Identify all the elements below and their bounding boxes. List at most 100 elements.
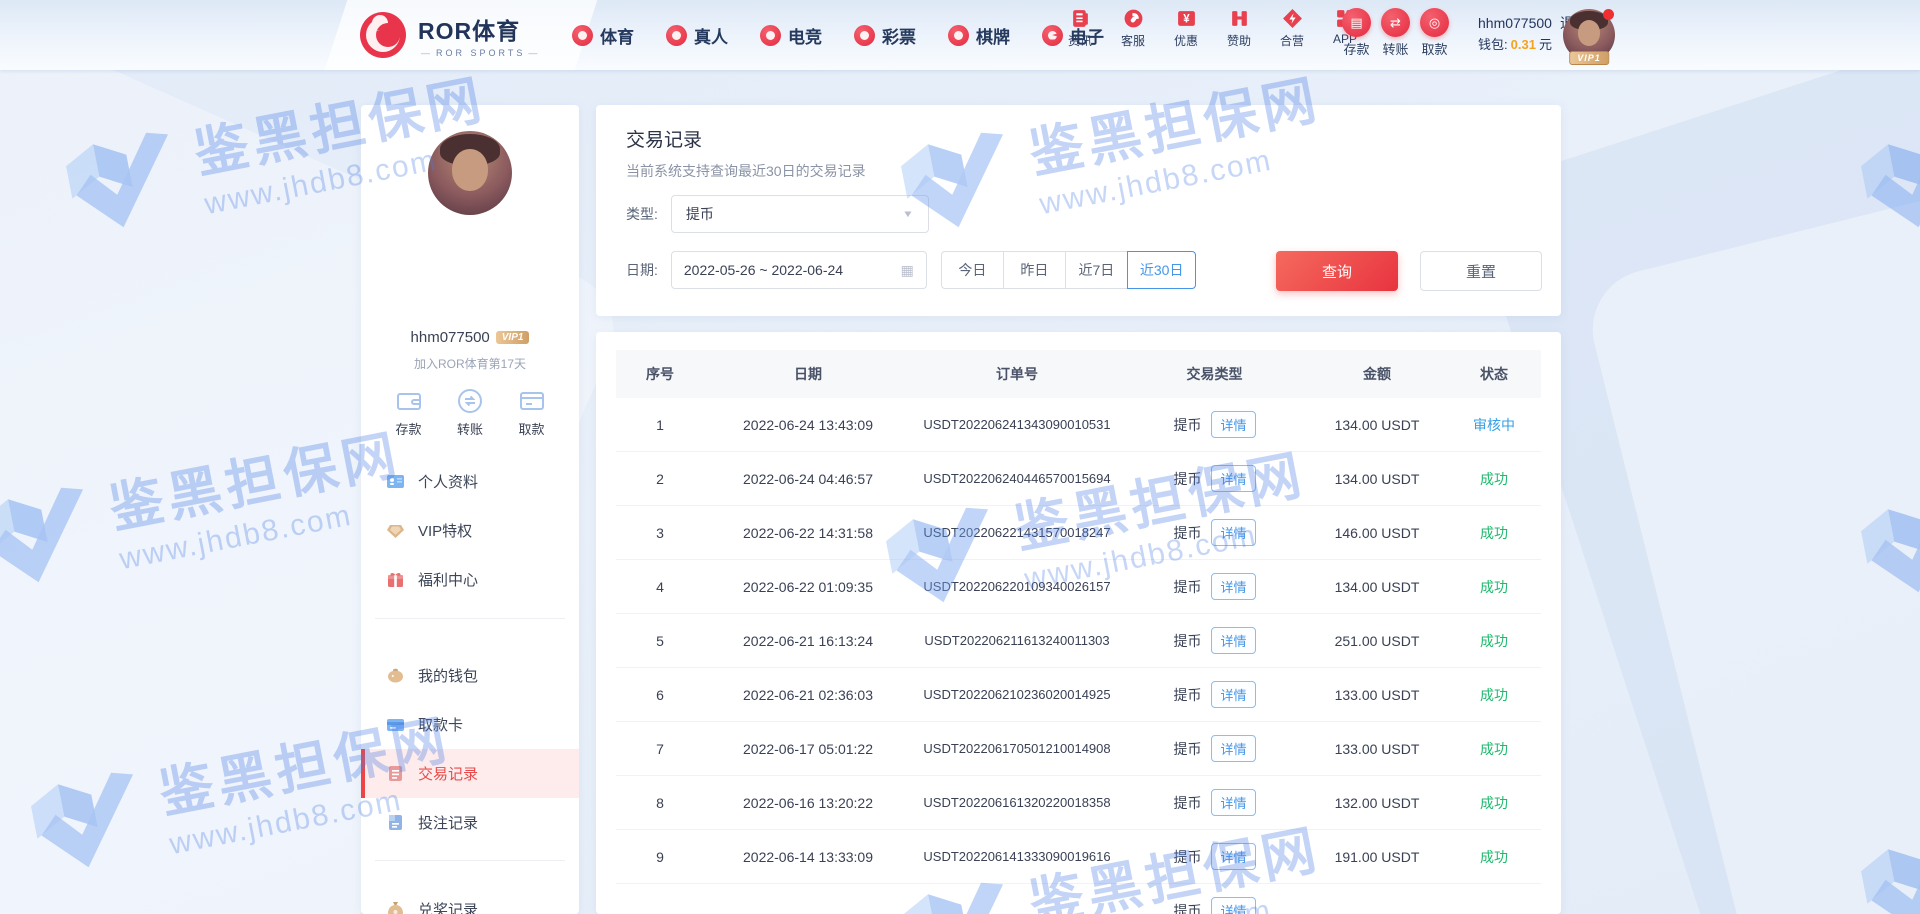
date-filter-row: 日期: 2022-05-26 ~ 2022-06-24 ▦ 今日 昨日 近7日 …: [626, 251, 1197, 289]
table-body: 1 2022-06-24 13:43:09 USDT20220624134309…: [616, 398, 1541, 914]
cell-order: USDT202206240446570015694: [923, 471, 1111, 486]
sidebar-item-profile[interactable]: 个人资料: [361, 457, 579, 506]
sidebar-avatar[interactable]: [428, 131, 512, 215]
detail-button[interactable]: 详情: [1211, 573, 1256, 600]
chip-today[interactable]: 今日: [940, 251, 1004, 289]
cell-type: 提币 详情: [1122, 897, 1307, 914]
quicklink-promo[interactable]: ¥ 优惠: [1168, 8, 1204, 49]
cell-date: 2022-06-16 13:20:22: [743, 794, 873, 811]
cell-amount: 251.00 USDT: [1334, 632, 1420, 649]
sidebar-item-welfare[interactable]: 福利中心: [361, 555, 579, 604]
transfer-outline-icon: [458, 389, 482, 413]
sidebar-item-prize-records[interactable]: 兑奖记录: [361, 885, 579, 914]
divider: [375, 618, 565, 619]
sidebar-deposit-button[interactable]: 存款: [395, 387, 423, 438]
cell-status: 成功: [1480, 740, 1508, 757]
col-header-no: 序号: [646, 366, 674, 382]
cell-status: 成功: [1480, 632, 1508, 649]
cell-order: USDT202206220109340026157: [923, 579, 1111, 594]
sidebar-transfer-button[interactable]: 转账: [456, 387, 484, 438]
ror-logo[interactable]: ROR体育 ROR SPORTS: [358, 10, 543, 60]
cell-order: USDT202206141333090019616: [923, 849, 1111, 864]
cell-order: USDT202206241343090010531: [923, 417, 1111, 432]
date-range-input[interactable]: 2022-05-26 ~ 2022-06-24 ▦: [670, 251, 927, 289]
sidebar-item-my-wallet[interactable]: 我的钱包: [361, 651, 579, 700]
watermark-shield-icon: [0, 487, 83, 582]
sidebar-withdraw-button[interactable]: 取款: [518, 387, 546, 438]
cell-type: 提币 详情: [1122, 465, 1307, 492]
bg-swoosh: [1580, 140, 1920, 914]
cell-type: 提币 详情: [1122, 519, 1307, 546]
service-icon: [1124, 9, 1142, 28]
cell-order: USDT202206211613240011303: [924, 633, 1110, 648]
cell-type: 提币 详情: [1122, 681, 1307, 708]
detail-button[interactable]: 详情: [1211, 519, 1256, 546]
reset-button[interactable]: 重置: [1420, 251, 1542, 291]
wallet-outline-icon: [396, 393, 421, 410]
nav-item-sports[interactable]: 体育: [572, 23, 634, 48]
nav-item-esports[interactable]: 电竞: [760, 23, 822, 48]
vip-diamond-icon: [387, 525, 404, 538]
deposit-icon: ▤: [1342, 8, 1371, 37]
cell-amount: 133.00 USDT: [1334, 740, 1420, 757]
search-button[interactable]: 查询: [1276, 251, 1398, 291]
sidebar-item-withdraw-card[interactable]: 取款卡: [361, 700, 579, 749]
id-card-icon: [387, 475, 404, 488]
sponsor-icon: [1231, 11, 1247, 26]
nav-item-chess[interactable]: 棋牌: [948, 23, 1010, 48]
detail-button[interactable]: 详情: [1211, 411, 1256, 438]
type-filter-row: 类型: 提币 ▼: [626, 195, 929, 233]
nav-item-live[interactable]: 真人: [666, 23, 728, 48]
chevron-down-icon: ▼: [902, 208, 914, 220]
chip-last30days[interactable]: 近30日: [1126, 251, 1197, 289]
chip-yesterday[interactable]: 昨日: [1002, 251, 1066, 289]
type-select[interactable]: 提币 ▼: [670, 195, 929, 233]
cell-date: 2022-06-14 13:33:09: [743, 848, 873, 865]
cell-date: 2022-06-24 04:46:57: [743, 470, 873, 487]
date-chip-group: 今日 昨日 近7日 近30日: [940, 251, 1197, 289]
detail-button[interactable]: 详情: [1211, 789, 1256, 816]
cell-status: 成功: [1480, 686, 1508, 703]
header-transfer-button[interactable]: ⇄ 转账: [1381, 8, 1410, 58]
wallet-amount: 0.31: [1510, 37, 1536, 52]
detail-button[interactable]: 详情: [1211, 465, 1256, 492]
quicklink-sponsor[interactable]: 赞助: [1221, 8, 1257, 49]
cell-no: 7: [656, 740, 664, 757]
bet-doc-icon: [389, 815, 402, 830]
svg-text:¥: ¥: [1183, 14, 1190, 26]
cell-no: 8: [656, 794, 664, 811]
cell-order: USDT202206221431570018247: [923, 525, 1111, 540]
detail-button[interactable]: 详情: [1211, 735, 1256, 762]
detail-button[interactable]: 详情: [1211, 897, 1256, 914]
cell-order: USDT202206161320220018358: [923, 795, 1111, 810]
cell-amount: 134.00 USDT: [1334, 578, 1420, 595]
page-subtitle: 当前系统支持查询最近30日的交易记录: [626, 163, 866, 179]
cell-date: 2022-06-21 16:13:24: [743, 632, 873, 649]
piggy-bank-icon: [388, 668, 403, 683]
detail-button[interactable]: 详情: [1211, 681, 1256, 708]
lottery-icon: [854, 24, 875, 46]
cell-no: 3: [656, 524, 664, 541]
quicklink-partner[interactable]: 合营: [1274, 8, 1310, 49]
sidebar-item-transactions[interactable]: 交易记录: [361, 749, 579, 798]
nav-item-lottery[interactable]: 彩票: [854, 23, 916, 48]
cell-type: 提币 详情: [1122, 627, 1307, 654]
detail-button[interactable]: 详情: [1211, 627, 1256, 654]
header-avatar[interactable]: VIP1: [1563, 9, 1615, 65]
cell-amount: 134.00 USDT: [1334, 470, 1420, 487]
cell-date: 2022-06-22 01:09:35: [743, 578, 873, 595]
header-deposit-button[interactable]: ▤ 存款: [1342, 8, 1371, 58]
table-row: 7 2022-06-17 05:01:22 USDT20220617050121…: [616, 722, 1541, 776]
detail-button[interactable]: 详情: [1211, 843, 1256, 870]
chip-last7days[interactable]: 近7日: [1064, 251, 1128, 289]
cell-amount: 133.00 USDT: [1334, 686, 1420, 703]
quicklink-news[interactable]: 资讯: [1062, 8, 1098, 49]
transfer-icon: ⇄: [1381, 8, 1410, 37]
sidebar-item-vip[interactable]: VIP特权: [361, 506, 579, 555]
header-withdraw-button[interactable]: ◎ 取款: [1420, 8, 1449, 58]
cell-type: 提币 详情: [1122, 411, 1307, 438]
quicklink-service[interactable]: 客服: [1115, 8, 1151, 49]
sidebar-item-bets[interactable]: 投注记录: [361, 798, 579, 847]
money-bag-icon: [388, 902, 403, 914]
col-header-order: 订单号: [996, 366, 1038, 382]
